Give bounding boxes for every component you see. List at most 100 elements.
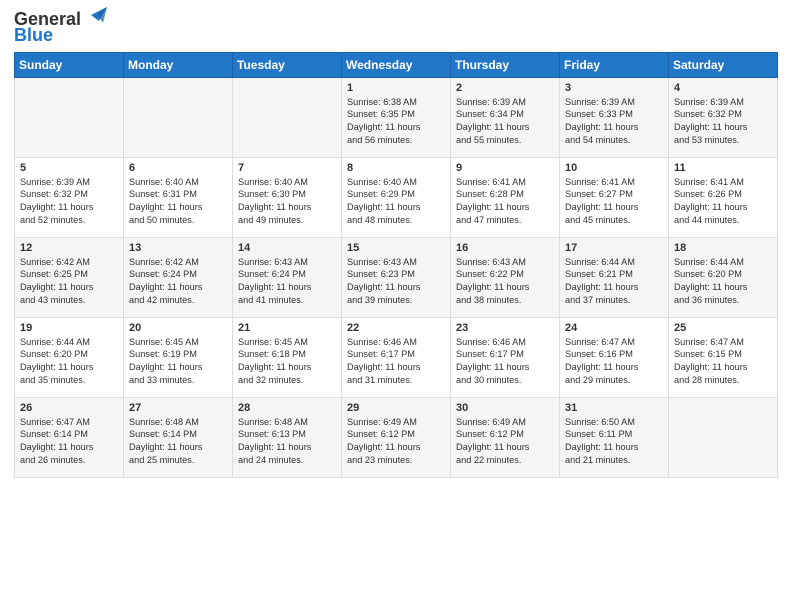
- day-info: Sunrise: 6:40 AM Sunset: 6:31 PM Dayligh…: [129, 176, 227, 228]
- calendar-day-cell: 2Sunrise: 6:39 AM Sunset: 6:34 PM Daylig…: [451, 77, 560, 157]
- day-info: Sunrise: 6:47 AM Sunset: 6:14 PM Dayligh…: [20, 416, 118, 468]
- day-number: 5: [20, 162, 118, 174]
- day-info: Sunrise: 6:39 AM Sunset: 6:32 PM Dayligh…: [20, 176, 118, 228]
- day-info: Sunrise: 6:48 AM Sunset: 6:14 PM Dayligh…: [129, 416, 227, 468]
- day-info: Sunrise: 6:42 AM Sunset: 6:25 PM Dayligh…: [20, 256, 118, 308]
- day-info: Sunrise: 6:43 AM Sunset: 6:24 PM Dayligh…: [238, 256, 336, 308]
- day-number: 15: [347, 242, 445, 254]
- calendar-day-cell: 13 Sunrise: 6:42 AM Sunset: 6:24 PM Dayli…: [124, 237, 233, 317]
- day-number: 30: [456, 402, 554, 414]
- calendar-day-cell: 5 Sunrise: 6:39 AM Sunset: 6:32 PM Daylig…: [15, 157, 124, 237]
- day-info: Sunrise: 6:42 AM Sunset: 6:24 PM Dayligh…: [129, 256, 227, 308]
- day-number: 12: [20, 242, 118, 254]
- day-number: 18: [674, 242, 772, 254]
- day-info: Sunrise: 6:48 AM Sunset: 6:13 PM Dayligh…: [238, 416, 336, 468]
- page: General Blue SundayMondayTuesdayWednesda…: [0, 0, 792, 612]
- calendar-day-cell: 14 Sunrise: 6:43 AM Sunset: 6:24 PM Dayli…: [233, 237, 342, 317]
- day-info: Sunrise: 6:41 AM Sunset: 6:28 PM Dayligh…: [456, 176, 554, 228]
- calendar-day-cell: 10Sunrise: 6:41 AM Sunset: 6:27 PM Dayli…: [560, 157, 669, 237]
- day-number: 23: [456, 322, 554, 334]
- calendar-day-cell: 20Sunrise: 6:45 AM Sunset: 6:19 PM Dayli…: [124, 317, 233, 397]
- logo-bird-icon: [83, 7, 107, 29]
- day-number: 14: [238, 242, 336, 254]
- day-info: Sunrise: 6:46 AM Sunset: 6:17 PM Dayligh…: [456, 336, 554, 388]
- day-number: 29: [347, 402, 445, 414]
- calendar-day-cell: 19 Sunrise: 6:44 AM Sunset: 6:20 PM Dayli…: [15, 317, 124, 397]
- calendar-week-row: 19 Sunrise: 6:44 AM Sunset: 6:20 PM Dayli…: [15, 317, 778, 397]
- day-header-sunday: Sunday: [15, 52, 124, 77]
- calendar-day-cell: 28 Sunrise: 6:48 AM Sunset: 6:13 PM Dayli…: [233, 397, 342, 477]
- day-number: 24: [565, 322, 663, 334]
- day-info: Sunrise: 6:49 AM Sunset: 6:12 PM Dayligh…: [347, 416, 445, 468]
- calendar-week-row: 1 Sunrise: 6:38 AM Sunset: 6:35 PM Daylig…: [15, 77, 778, 157]
- calendar-empty-cell: [233, 77, 342, 157]
- calendar-day-cell: 16Sunrise: 6:43 AM Sunset: 6:22 PM Dayli…: [451, 237, 560, 317]
- day-number: 4: [674, 82, 772, 94]
- day-number: 7: [238, 162, 336, 174]
- calendar-day-cell: 12 Sunrise: 6:42 AM Sunset: 6:25 PM Dayli…: [15, 237, 124, 317]
- calendar-day-cell: 18 Sunrise: 6:44 AM Sunset: 6:20 PM Dayli…: [669, 237, 778, 317]
- calendar-day-cell: 24Sunrise: 6:47 AM Sunset: 6:16 PM Dayli…: [560, 317, 669, 397]
- calendar-day-cell: 23 Sunrise: 6:46 AM Sunset: 6:17 PM Dayli…: [451, 317, 560, 397]
- day-number: 13: [129, 242, 227, 254]
- day-info: Sunrise: 6:38 AM Sunset: 6:35 PM Dayligh…: [347, 96, 445, 148]
- day-number: 25: [674, 322, 772, 334]
- day-number: 19: [20, 322, 118, 334]
- day-info: Sunrise: 6:44 AM Sunset: 6:20 PM Dayligh…: [20, 336, 118, 388]
- day-info: Sunrise: 6:39 AM Sunset: 6:34 PM Dayligh…: [456, 96, 554, 148]
- day-info: Sunrise: 6:44 AM Sunset: 6:20 PM Dayligh…: [674, 256, 772, 308]
- day-info: Sunrise: 6:49 AM Sunset: 6:12 PM Dayligh…: [456, 416, 554, 468]
- calendar-day-cell: 11Sunrise: 6:41 AM Sunset: 6:26 PM Dayli…: [669, 157, 778, 237]
- day-info: Sunrise: 6:46 AM Sunset: 6:17 PM Dayligh…: [347, 336, 445, 388]
- day-header-saturday: Saturday: [669, 52, 778, 77]
- day-info: Sunrise: 6:40 AM Sunset: 6:30 PM Dayligh…: [238, 176, 336, 228]
- logo: General Blue: [14, 10, 107, 46]
- calendar-day-cell: 17 Sunrise: 6:44 AM Sunset: 6:21 PM Dayli…: [560, 237, 669, 317]
- day-info: Sunrise: 6:39 AM Sunset: 6:32 PM Dayligh…: [674, 96, 772, 148]
- day-info: Sunrise: 6:43 AM Sunset: 6:22 PM Dayligh…: [456, 256, 554, 308]
- day-info: Sunrise: 6:41 AM Sunset: 6:26 PM Dayligh…: [674, 176, 772, 228]
- day-info: Sunrise: 6:43 AM Sunset: 6:23 PM Dayligh…: [347, 256, 445, 308]
- day-number: 27: [129, 402, 227, 414]
- day-number: 28: [238, 402, 336, 414]
- day-number: 10: [565, 162, 663, 174]
- calendar-day-cell: 31Sunrise: 6:50 AM Sunset: 6:11 PM Dayli…: [560, 397, 669, 477]
- day-number: 8: [347, 162, 445, 174]
- logo-text-blue: Blue: [14, 26, 53, 46]
- day-number: 6: [129, 162, 227, 174]
- day-info: Sunrise: 6:39 AM Sunset: 6:33 PM Dayligh…: [565, 96, 663, 148]
- calendar-day-cell: 4 Sunrise: 6:39 AM Sunset: 6:32 PM Daylig…: [669, 77, 778, 157]
- calendar-day-cell: 30 Sunrise: 6:49 AM Sunset: 6:12 PM Dayli…: [451, 397, 560, 477]
- day-header-friday: Friday: [560, 52, 669, 77]
- day-number: 22: [347, 322, 445, 334]
- calendar-empty-cell: [669, 397, 778, 477]
- day-info: Sunrise: 6:50 AM Sunset: 6:11 PM Dayligh…: [565, 416, 663, 468]
- calendar-day-cell: 1 Sunrise: 6:38 AM Sunset: 6:35 PM Daylig…: [342, 77, 451, 157]
- calendar-week-row: 12 Sunrise: 6:42 AM Sunset: 6:25 PM Dayli…: [15, 237, 778, 317]
- day-number: 26: [20, 402, 118, 414]
- calendar-header-row: SundayMondayTuesdayWednesdayThursdayFrid…: [15, 52, 778, 77]
- calendar-day-cell: 27 Sunrise: 6:48 AM Sunset: 6:14 PM Dayli…: [124, 397, 233, 477]
- day-info: Sunrise: 6:45 AM Sunset: 6:19 PM Dayligh…: [129, 336, 227, 388]
- calendar-day-cell: 21 Sunrise: 6:45 AM Sunset: 6:18 PM Dayli…: [233, 317, 342, 397]
- day-number: 3: [565, 82, 663, 94]
- calendar-day-cell: 26 Sunrise: 6:47 AM Sunset: 6:14 PM Dayli…: [15, 397, 124, 477]
- day-info: Sunrise: 6:45 AM Sunset: 6:18 PM Dayligh…: [238, 336, 336, 388]
- day-header-tuesday: Tuesday: [233, 52, 342, 77]
- day-info: Sunrise: 6:44 AM Sunset: 6:21 PM Dayligh…: [565, 256, 663, 308]
- day-header-monday: Monday: [124, 52, 233, 77]
- calendar-day-cell: 15 Sunrise: 6:43 AM Sunset: 6:23 PM Dayli…: [342, 237, 451, 317]
- calendar-table: SundayMondayTuesdayWednesdayThursdayFrid…: [14, 52, 778, 478]
- calendar-day-cell: 9 Sunrise: 6:41 AM Sunset: 6:28 PM Daylig…: [451, 157, 560, 237]
- calendar-week-row: 26 Sunrise: 6:47 AM Sunset: 6:14 PM Dayli…: [15, 397, 778, 477]
- calendar-day-cell: 22 Sunrise: 6:46 AM Sunset: 6:17 PM Dayli…: [342, 317, 451, 397]
- calendar-day-cell: 25Sunrise: 6:47 AM Sunset: 6:15 PM Dayli…: [669, 317, 778, 397]
- calendar-empty-cell: [124, 77, 233, 157]
- day-header-wednesday: Wednesday: [342, 52, 451, 77]
- day-header-thursday: Thursday: [451, 52, 560, 77]
- day-number: 9: [456, 162, 554, 174]
- calendar-week-row: 5 Sunrise: 6:39 AM Sunset: 6:32 PM Daylig…: [15, 157, 778, 237]
- day-number: 1: [347, 82, 445, 94]
- day-number: 21: [238, 322, 336, 334]
- day-number: 17: [565, 242, 663, 254]
